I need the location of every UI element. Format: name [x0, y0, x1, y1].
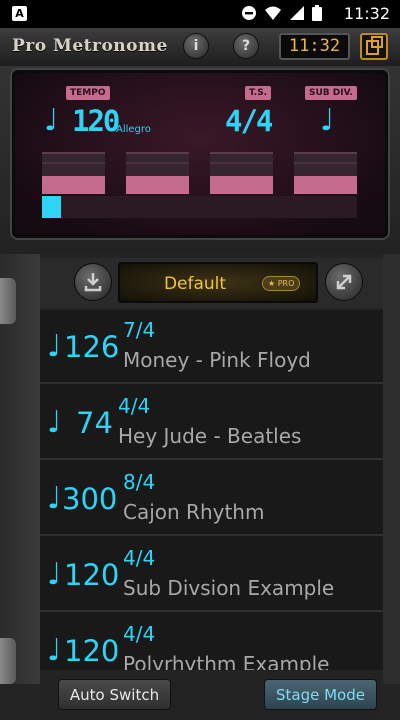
list-item[interactable]: ♩ 74 4/4 Hey Jude - Beatles [40, 386, 383, 460]
subdivision-note-icon[interactable]: ♩ [320, 106, 334, 136]
note-icon: ♩ [47, 633, 62, 668]
app-title: Pro Metronome [12, 36, 168, 56]
song-time-signature: 4/4 [123, 546, 156, 570]
battery-icon [312, 5, 322, 21]
import-button[interactable] [74, 263, 112, 301]
beat-progress-fill [42, 196, 61, 218]
time-signature-value[interactable]: 4/4 [225, 104, 273, 138]
rotate-icon [366, 36, 383, 55]
tempo-name: Allegro [116, 124, 151, 135]
preset-selector[interactable]: Default ★ PRO [118, 262, 318, 303]
left-drawer-handle[interactable] [0, 278, 16, 324]
clock-display: 11:32 [279, 33, 350, 60]
wifi-icon [265, 6, 281, 20]
subdivision-label: SUB DIV. [305, 86, 357, 100]
song-bpm: 300 [62, 482, 118, 516]
time-signature-label: T.S. [245, 86, 272, 100]
beat-indicator[interactable] [294, 152, 357, 194]
song-time-signature: 4/4 [118, 394, 151, 418]
screen-rotate-button[interactable] [360, 33, 388, 60]
tempo-note-icon: ♩ [44, 103, 59, 138]
list-item[interactable]: ♩ 300 8/4 Cajon Rhythm [40, 462, 383, 536]
note-icon: ♩ [47, 329, 62, 364]
song-name: Polyrhythm Example [123, 652, 330, 670]
song-name: Cajon Rhythm [123, 500, 265, 524]
song-bpm: 120 [64, 634, 120, 668]
app-screen: A 11:32 Pro Metronome i ? 11:32 TEMPO T.… [0, 0, 400, 720]
expand-icon [336, 274, 352, 290]
song-time-signature: 7/4 [123, 318, 156, 342]
expand-button[interactable] [325, 263, 363, 301]
signal-icon [290, 6, 304, 20]
song-name: Sub Divsion Example [123, 576, 335, 600]
app-notification-icon: A [12, 6, 27, 21]
pro-badge: ★ PRO [262, 276, 301, 291]
status-bar: A 11:32 [0, 0, 400, 28]
song-name: Money - Pink Floyd [123, 348, 311, 372]
status-time: 11:32 [343, 4, 390, 23]
help-button[interactable]: ? [233, 33, 259, 59]
tempo-value[interactable]: 120 [72, 104, 120, 138]
beat-indicator[interactable] [210, 152, 273, 194]
auto-switch-button[interactable]: Auto Switch [58, 679, 171, 710]
song-time-signature: 4/4 [123, 622, 156, 646]
list-item[interactable]: ♩ 120 4/4 Sub Divsion Example [40, 538, 383, 612]
song-bpm: 120 [64, 558, 120, 592]
note-icon: ♩ [47, 557, 62, 592]
stage-mode-button[interactable]: Stage Mode [264, 679, 377, 710]
note-icon: ♩ [47, 405, 62, 440]
song-time-signature: 8/4 [123, 470, 156, 494]
song-name: Hey Jude - Beatles [118, 424, 302, 448]
list-item[interactable]: ♩ 120 4/4 Polyrhythm Example [40, 614, 383, 670]
download-icon [84, 273, 102, 292]
song-bpm: 74 [76, 406, 113, 440]
do-not-disturb-icon [242, 6, 256, 20]
info-button[interactable]: i [183, 33, 209, 59]
list-item[interactable]: ♩ 126 7/4 Money - Pink Floyd [40, 310, 383, 384]
song-list[interactable]: ♩ 126 7/4 Money - Pink Floyd ♩ 74 4/4 He… [40, 310, 383, 670]
left-drawer-handle[interactable] [0, 638, 16, 684]
note-icon: ♩ [47, 481, 62, 516]
beat-progress-bar [42, 196, 357, 218]
song-bpm: 126 [64, 330, 120, 364]
preset-name: Default [163, 274, 227, 294]
beat-indicator[interactable] [126, 152, 189, 194]
beat-indicator[interactable] [42, 152, 105, 194]
tempo-label: TEMPO [66, 86, 110, 100]
right-scroll-track[interactable] [383, 254, 400, 684]
